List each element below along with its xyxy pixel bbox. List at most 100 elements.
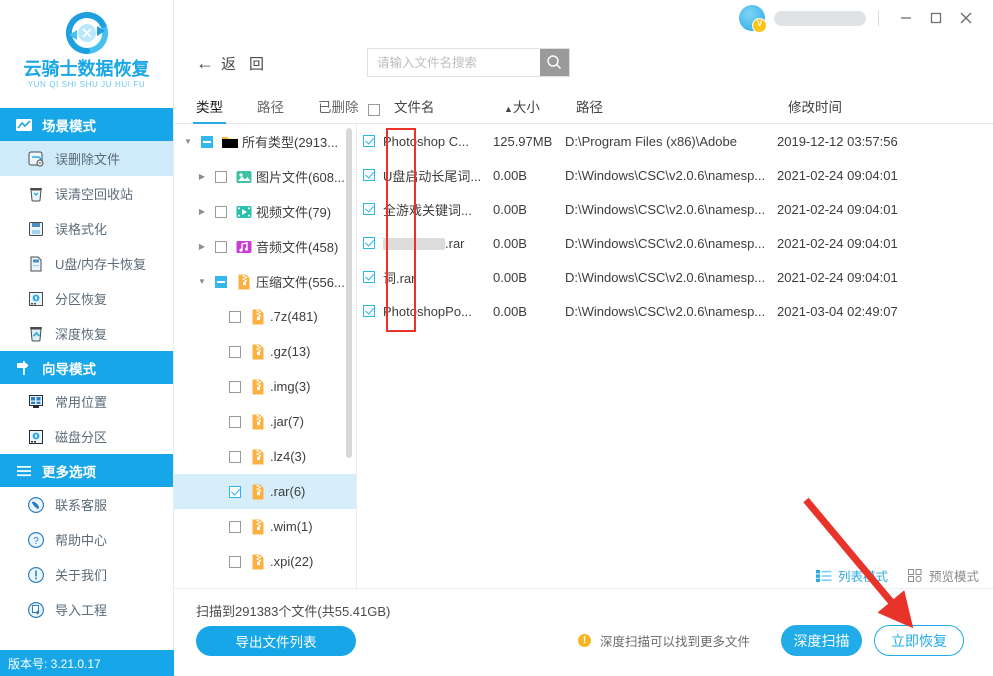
header-size[interactable]: ▲大小	[504, 96, 576, 116]
svg-text:?: ?	[33, 535, 39, 546]
table-row[interactable]: 词.rar 0.00B D:\Windows\CSC\v2.0.6\namesp..…	[357, 260, 993, 294]
tree-checkbox[interactable]	[229, 555, 241, 568]
header-filename[interactable]: 文件名	[394, 96, 504, 116]
tab-2[interactable]: 已删除	[318, 96, 359, 123]
archive-icon	[246, 413, 270, 431]
tree-checkbox[interactable]	[229, 415, 241, 428]
deep-scan-hint: ! 深度扫描可以找到更多文件	[578, 631, 750, 650]
table-row[interactable]: U盘启动长尾词... 0.00B D:\Windows\CSC\v2.0.6\nam…	[357, 158, 993, 192]
view-mode-1[interactable]: 预览模式	[907, 566, 979, 585]
tree-checkbox[interactable]	[215, 170, 227, 183]
tree-scrollbar[interactable]	[346, 128, 352, 458]
tree-node[interactable]: ▶ 视频文件(79)	[174, 194, 356, 229]
avatar[interactable]: V	[739, 5, 767, 33]
table-row[interactable]: Photoshop C... 125.97MB D:\Program Files (…	[357, 124, 993, 158]
tree-node[interactable]: .rar(6)	[174, 474, 356, 509]
tree-twisty-icon[interactable]: ▶	[194, 207, 210, 216]
tree-node[interactable]: .img(3)	[174, 369, 356, 404]
tree-checkbox[interactable]	[229, 380, 241, 393]
table-row[interactable]: 全游戏关键词... 0.00B D:\Windows\CSC\v2.0.6\name…	[357, 192, 993, 226]
sort-asc-icon: ▲	[504, 104, 513, 114]
tree-checkbox[interactable]	[215, 240, 227, 253]
tree-node[interactable]: ▼ 所有类型(2913...	[174, 124, 356, 159]
sidebar-group-scene[interactable]: 场景模式	[0, 108, 173, 141]
sidebar-item-more-3[interactable]: 导入工程	[0, 592, 173, 627]
warning-icon: !	[578, 634, 591, 647]
select-all-checkbox[interactable]	[368, 104, 394, 116]
row-checkbox[interactable]	[357, 237, 383, 249]
tree-node[interactable]: .7z(481)	[174, 299, 356, 334]
tab-0[interactable]: 类型	[193, 96, 226, 124]
deep-scan-button[interactable]: 深度扫描	[781, 625, 862, 656]
tree-checkbox[interactable]	[229, 345, 241, 358]
table-row[interactable]: .rar 0.00B D:\Windows\CSC\v2.0.6\namesp...…	[357, 226, 993, 260]
file-name: U盘启动长尾词...	[383, 168, 482, 184]
tree-twisty-icon[interactable]: ▶	[194, 172, 210, 181]
signpost-icon	[14, 359, 34, 377]
search-box[interactable]	[367, 48, 570, 77]
row-checkbox[interactable]	[357, 203, 383, 215]
tab-1[interactable]: 路径	[257, 96, 284, 123]
tree-node[interactable]: .lz4(3)	[174, 439, 356, 474]
tree-checkbox[interactable]	[229, 450, 241, 463]
tree-node[interactable]: ▼ 压缩文件(556...	[174, 264, 356, 299]
close-button[interactable]	[951, 3, 981, 33]
account-area[interactable]: V	[739, 5, 866, 33]
sidebar-item-scene-5[interactable]: 深度恢复	[0, 316, 173, 351]
sidebar-item-wizard-0[interactable]: 常用位置	[0, 384, 173, 419]
table-row[interactable]: PhotoshopPo... 0.00B D:\Windows\CSC\v2.0.6…	[357, 294, 993, 328]
tree-node[interactable]: .zip(5025)	[174, 579, 356, 588]
tree-checkbox-cell	[210, 275, 232, 288]
recover-now-button[interactable]: 立即恢复	[874, 625, 964, 656]
file-size: 0.00B	[493, 201, 527, 217]
row-checkbox[interactable]	[357, 169, 383, 181]
sidebar-item-scene-2[interactable]: 误格式化	[0, 211, 173, 246]
sidebar-item-scene-4[interactable]: 分区恢复	[0, 281, 173, 316]
sidebar-group-wizard[interactable]: 向导模式	[0, 351, 173, 384]
sidebar-item-more-1[interactable]: ? 帮助中心	[0, 522, 173, 557]
view-mode-0[interactable]: 列表模式	[815, 566, 888, 585]
tree-node[interactable]: .wim(1)	[174, 509, 356, 544]
row-checkbox[interactable]	[357, 271, 383, 283]
tree-node[interactable]: ▶ 音频文件(458)	[174, 229, 356, 264]
tree-node[interactable]: .gz(13)	[174, 334, 356, 369]
tree-checkbox-cell	[210, 205, 232, 218]
tree-twisty-icon[interactable]: ▼	[180, 137, 196, 146]
tree-checkbox[interactable]	[229, 310, 241, 323]
tree-checkbox-partial[interactable]	[201, 135, 213, 148]
sidebar-item-scene-3[interactable]: U盘/内存卡恢复	[0, 246, 173, 281]
sidebar-item-scene-1[interactable]: 误清空回收站	[0, 176, 173, 211]
tree-node[interactable]: ▶ 图片文件(608...	[174, 159, 356, 194]
header-path[interactable]: 路径	[576, 96, 788, 116]
tree-checkbox[interactable]	[229, 520, 241, 533]
row-checkbox[interactable]	[357, 305, 383, 317]
audio-icon	[232, 238, 256, 256]
export-file-list-button[interactable]: 导出文件列表	[196, 626, 356, 656]
tree-checkbox-checked[interactable]	[229, 485, 241, 498]
search-button[interactable]	[540, 49, 569, 76]
back-button[interactable]: ← 返 回	[196, 53, 264, 74]
tree-node[interactable]: .xpi(22)	[174, 544, 356, 579]
minimize-button[interactable]	[891, 3, 921, 33]
search-icon	[547, 55, 561, 69]
search-input[interactable]	[368, 49, 540, 76]
tree-twisty-icon[interactable]: ▶	[194, 242, 210, 251]
header-time[interactable]: 修改时间	[788, 96, 968, 116]
tree-checkbox-partial[interactable]	[215, 275, 227, 288]
tree-node-label: .xpi(22)	[270, 554, 314, 569]
list-view-icon	[815, 569, 832, 582]
hamburger-icon	[14, 462, 34, 480]
row-checkbox[interactable]	[357, 135, 383, 147]
maximize-button[interactable]	[921, 3, 951, 33]
sidebar-item-wizard-1[interactable]: 磁盘分区	[0, 419, 173, 454]
tree-node-label: .gz(13)	[270, 344, 311, 359]
tree-node[interactable]: .jar(7)	[174, 404, 356, 439]
sidebar-item-more-0[interactable]: 联系客服	[0, 487, 173, 522]
sidebar-item-scene-0[interactable]: 误删除文件	[0, 141, 173, 176]
window-titlebar: V	[174, 0, 993, 36]
sidebar-item-more-2[interactable]: 关于我们	[0, 557, 173, 592]
tree-checkbox[interactable]	[215, 205, 227, 218]
sidebar-group-more[interactable]: 更多选项	[0, 454, 173, 487]
tree-twisty-icon[interactable]: ▼	[194, 277, 210, 286]
archive-icon	[246, 343, 270, 361]
